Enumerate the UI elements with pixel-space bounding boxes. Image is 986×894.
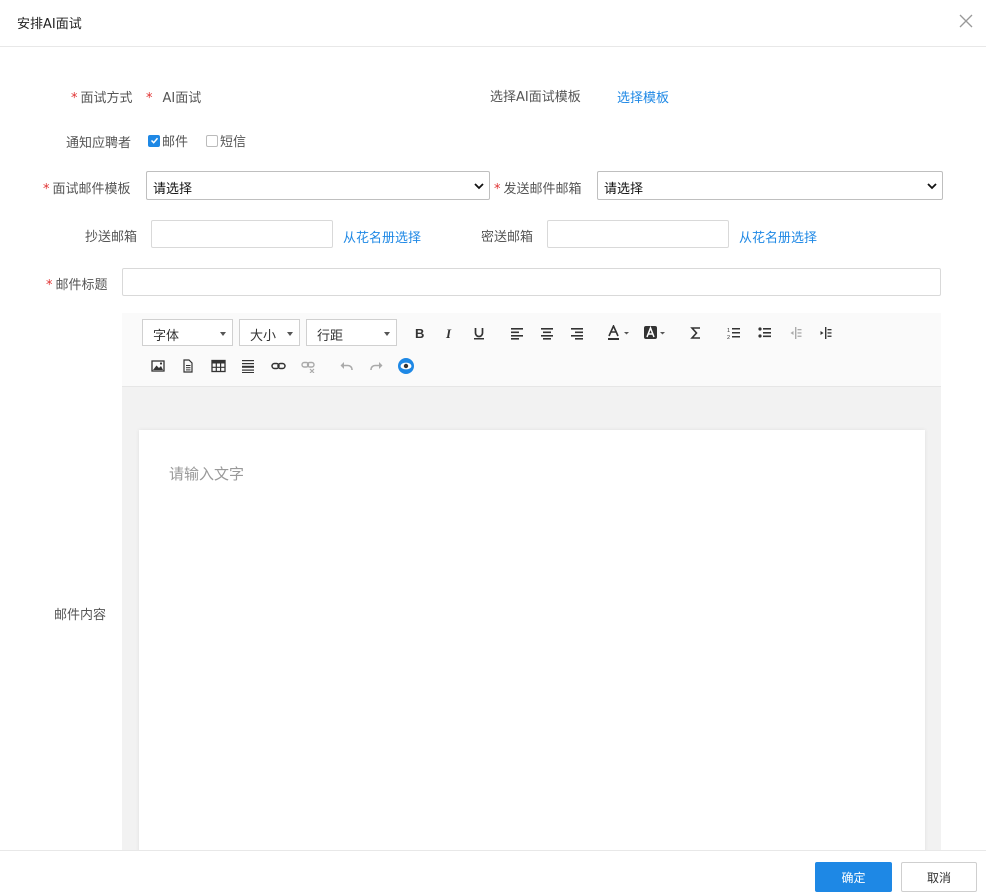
redo-icon[interactable] [365,355,387,377]
caret-down-icon [384,332,390,336]
bcc-label: 密送邮箱 [481,230,534,245]
dialog-header: 安排AI面试 [0,0,986,47]
ai-template-label: 选择AI面试模板 [490,90,581,105]
email-template-label: * 面试邮件模板 [43,182,131,197]
caret-down-icon [220,332,226,336]
font-color-icon[interactable] [606,322,634,344]
sms-checkbox[interactable]: 短信 [206,131,246,150]
bcc-input[interactable] [547,220,729,248]
cc-label: 抄送邮箱 [85,230,138,245]
sender-email-select[interactable]: 请选择 [597,171,943,200]
email-template-select[interactable]: 请选择 [146,171,490,200]
undo-icon[interactable] [335,355,357,377]
unlink-icon[interactable] [297,355,319,377]
align-center-icon[interactable] [536,322,558,344]
divider-icon[interactable] [237,355,259,377]
interview-mode-value: * AI面试 [146,91,202,106]
sms-checkbox-label: 短信 [220,135,247,150]
email-checkbox[interactable]: 邮件 [148,131,188,150]
preview-icon[interactable] [395,355,417,377]
cancel-button[interactable]: 取消 [901,862,977,892]
bcc-roster-link[interactable]: 从花名册选择 [739,227,817,246]
editor-placeholder: 请输入文字 [169,465,245,483]
image-icon[interactable] [147,355,169,377]
subject-label: * 邮件标题 [46,278,108,293]
sender-email-label: * 发送邮件邮箱 [494,182,582,197]
dialog-title: 安排AI面试 [17,17,82,32]
chevron-down-icon [473,180,485,192]
svg-text:2: 2 [727,335,730,340]
checkbox-unchecked-icon [206,134,218,147]
table-icon[interactable] [207,355,229,377]
align-left-icon[interactable] [506,322,528,344]
underline-icon[interactable] [468,322,490,344]
indent-icon[interactable] [814,322,836,344]
editor-toolbar: 字体 大小 行距 B I 1 2 [122,313,941,387]
background-color-icon[interactable] [642,322,670,344]
font-family-select[interactable]: 字体 [142,319,233,346]
ordered-list-icon[interactable]: 12 [723,322,745,344]
align-right-icon[interactable] [566,322,588,344]
unordered-list-icon[interactable] [754,322,776,344]
formula-icon[interactable] [685,322,707,344]
content-label: 邮件内容 [54,608,107,623]
notify-label: 通知应聘者 [66,136,132,151]
close-icon[interactable] [958,13,974,29]
svg-text:B: B [415,326,424,340]
svg-text:1: 1 [727,328,730,334]
svg-text:I: I [445,326,452,340]
subject-input[interactable] [122,268,941,296]
rich-text-editor: 字体 大小 行距 B I 1 2 请输入文字 [122,313,941,850]
email-checkbox-label: 邮件 [162,135,189,150]
caret-down-icon [287,332,293,336]
cc-input[interactable] [151,220,333,248]
chevron-down-icon [926,180,938,192]
interview-mode-label: * 面试方式 [71,91,133,106]
font-size-select[interactable]: 大小 [239,319,300,346]
bold-icon[interactable]: B [408,322,430,344]
required-mark: * [71,91,78,106]
cc-roster-link[interactable]: 从花名册选择 [343,227,421,246]
confirm-button[interactable]: 确定 [815,862,892,892]
select-template-link[interactable]: 选择模板 [617,87,669,106]
italic-icon[interactable]: I [438,322,460,344]
line-height-select[interactable]: 行距 [306,319,397,346]
link-icon[interactable] [267,355,289,377]
file-icon[interactable] [177,355,199,377]
outdent-icon[interactable] [784,322,806,344]
checkbox-checked-icon [148,134,160,147]
dialog-footer: 确定 取消 [0,850,986,894]
editor-content-area[interactable]: 请输入文字 [139,430,925,850]
